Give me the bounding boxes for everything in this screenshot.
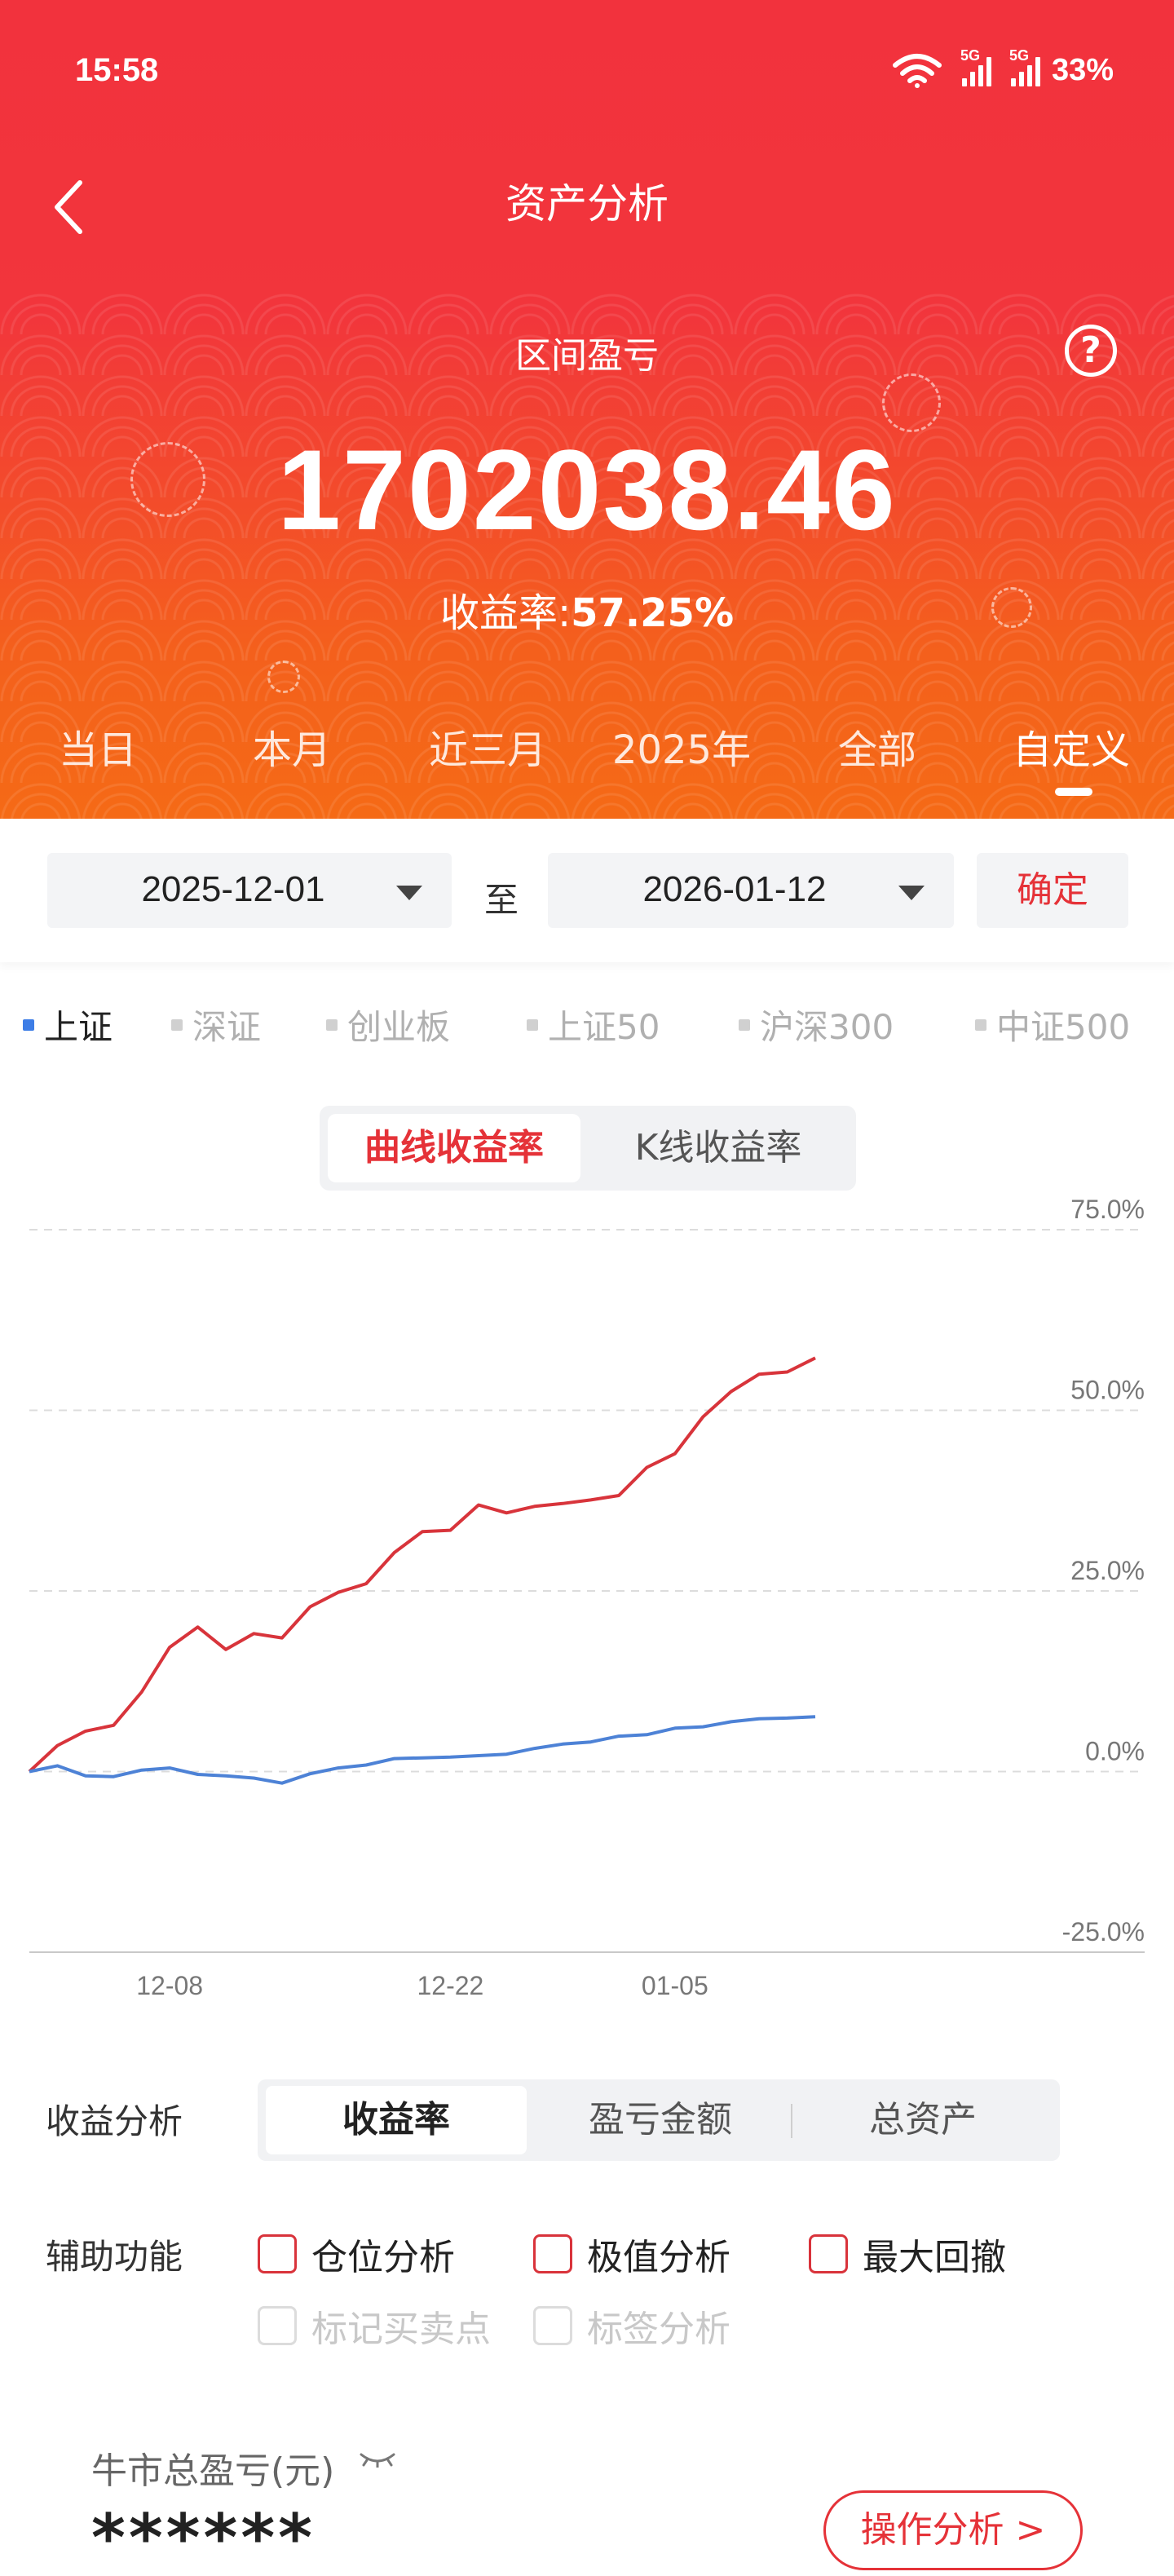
y-tick-label: 75.0% <box>1070 1195 1145 1224</box>
checkbox-label: 最大回撤 <box>863 2237 1006 2278</box>
tab-total-assets[interactable]: 总资产 <box>792 2086 1053 2154</box>
end-date-value: 2026-01-12 <box>642 869 827 909</box>
firework-decoration <box>267 661 300 693</box>
tab-today[interactable]: 当日 <box>8 718 188 775</box>
operation-analysis-button[interactable]: 操作分析 > <box>823 2490 1083 2570</box>
index-chinext[interactable]: 创业板 <box>326 1000 450 1049</box>
tab-year-2025[interactable]: 2025年 <box>592 718 771 775</box>
return-rate: 收益率:57.25% <box>0 581 1174 638</box>
start-date-select[interactable]: 2025-12-01 <box>47 853 452 928</box>
period-tabs: 当日 本月 近三月 2025年 全部 自定义 <box>0 718 1174 783</box>
analysis-metric-toggle: 收益率 盈亏金额 总资产 <box>258 2079 1060 2161</box>
x-tick-label: 01-05 <box>642 1971 708 2000</box>
index-csi500[interactable]: 中证500 <box>975 1000 1130 1049</box>
index-label: 中证500 <box>996 1007 1131 1047</box>
extremum-analysis-checkbox[interactable]: 极值分析 <box>533 2228 730 2280</box>
chevron-down-icon <box>898 886 925 900</box>
x-tick-label: 12-08 <box>136 1971 203 2000</box>
checkbox-box <box>258 2234 297 2273</box>
date-range-bar: 2025-12-01 至 2026-01-12 确定 <box>0 819 1174 962</box>
legend-marker <box>23 1018 34 1031</box>
y-tick-label: 25.0% <box>1070 1556 1145 1585</box>
index-label: 创业板 <box>347 1007 451 1047</box>
index-sse50[interactable]: 上证50 <box>527 1000 660 1049</box>
legend-marker <box>975 1018 986 1031</box>
chart-mode-toggle: 曲线收益率 K线收益率 <box>320 1106 856 1191</box>
checkbox-box <box>809 2234 848 2273</box>
signal-icon: 5G <box>1009 47 1040 86</box>
eye-closed-icon[interactable] <box>359 2451 396 2468</box>
checkbox-label: 标签分析 <box>587 2309 730 2350</box>
y-tick-label: 0.0% <box>1085 1737 1145 1766</box>
y-tick-label: -25.0% <box>1062 1917 1145 1946</box>
bull-market-pnl-label: 牛市总盈亏(元) <box>91 2450 335 2492</box>
aux-functions-label: 辅助功能 <box>46 2237 183 2277</box>
return-rate-value: 57.25% <box>571 590 735 636</box>
tab-profit-amount[interactable]: 盈亏金额 <box>530 2086 791 2154</box>
curve-return-button[interactable]: 曲线收益率 <box>328 1114 580 1182</box>
active-tab-indicator <box>1055 788 1092 796</box>
legend-marker <box>739 1018 750 1031</box>
legend-marker <box>171 1018 183 1031</box>
checkbox-label: 标记买卖点 <box>311 2309 491 2350</box>
interval-profit-amount: 1702038.46 <box>277 426 897 554</box>
checkbox-box <box>533 2234 572 2273</box>
mark-trades-checkbox: 标记买卖点 <box>258 2300 491 2352</box>
range-label: 区间盈亏 <box>515 335 659 377</box>
to-label: 至 <box>484 880 519 920</box>
index-shenzhen[interactable]: 深证 <box>171 1000 261 1049</box>
help-icon[interactable]: ? <box>1065 325 1117 377</box>
checkbox-box <box>258 2306 297 2345</box>
position-analysis-checkbox[interactable]: 仓位分析 <box>258 2228 455 2280</box>
index-label: 深证 <box>192 1007 262 1047</box>
checkbox-label: 极值分析 <box>587 2237 730 2278</box>
portfolio-return-line <box>28 1356 816 1773</box>
header-banner: 15:58 5G 5G 33% 资产分析 区间盈亏 ? 1702038.46 收… <box>0 0 1174 819</box>
index-csi300[interactable]: 沪深300 <box>739 1000 894 1049</box>
bull-market-pnl-value: ****** <box>91 2500 316 2576</box>
wifi-icon <box>892 54 942 88</box>
max-drawdown-checkbox[interactable]: 最大回撤 <box>809 2228 1006 2280</box>
checkbox-box <box>533 2306 572 2345</box>
return-analysis-label: 收益分析 <box>46 2101 183 2141</box>
legend-marker <box>527 1018 538 1031</box>
tab-return-rate[interactable]: 收益率 <box>266 2086 527 2154</box>
signal-icon: 5G <box>960 47 991 86</box>
status-time: 15:58 <box>75 52 159 88</box>
return-line-chart: 75.0% 50.0% 25.0% 0.0% -25.0% 12-08 12-22 01-05 <box>28 1195 1145 2000</box>
start-date-value: 2025-12-01 <box>141 869 325 909</box>
battery-level: 33% <box>1051 52 1114 87</box>
end-date-select[interactable]: 2026-01-12 <box>548 853 954 928</box>
status-icons: 5G 5G 33% <box>892 47 1114 88</box>
return-rate-label: 收益率: <box>439 590 572 636</box>
confirm-button[interactable]: 确定 <box>977 853 1128 928</box>
y-tick-label: 50.0% <box>1070 1376 1145 1405</box>
index-return-line <box>29 1715 816 1785</box>
index-label: 沪深300 <box>760 1007 894 1047</box>
tab-three-months[interactable]: 近三月 <box>398 718 577 775</box>
tab-this-month[interactable]: 本月 <box>202 718 382 775</box>
page-title: 资产分析 <box>505 180 669 228</box>
tab-all[interactable]: 全部 <box>788 718 967 775</box>
index-label: 上证 <box>44 1007 113 1047</box>
kline-return-button[interactable]: K线收益率 <box>589 1114 848 1182</box>
index-label: 上证50 <box>548 1007 660 1047</box>
legend-marker <box>326 1018 338 1031</box>
tab-custom[interactable]: 自定义 <box>982 718 1161 775</box>
chevron-down-icon <box>396 886 422 900</box>
tag-analysis-checkbox: 标签分析 <box>533 2300 730 2352</box>
index-shanghai[interactable]: 上证 <box>23 1000 113 1049</box>
x-tick-label: 12-22 <box>417 1971 484 2000</box>
checkbox-label: 仓位分析 <box>311 2237 455 2278</box>
